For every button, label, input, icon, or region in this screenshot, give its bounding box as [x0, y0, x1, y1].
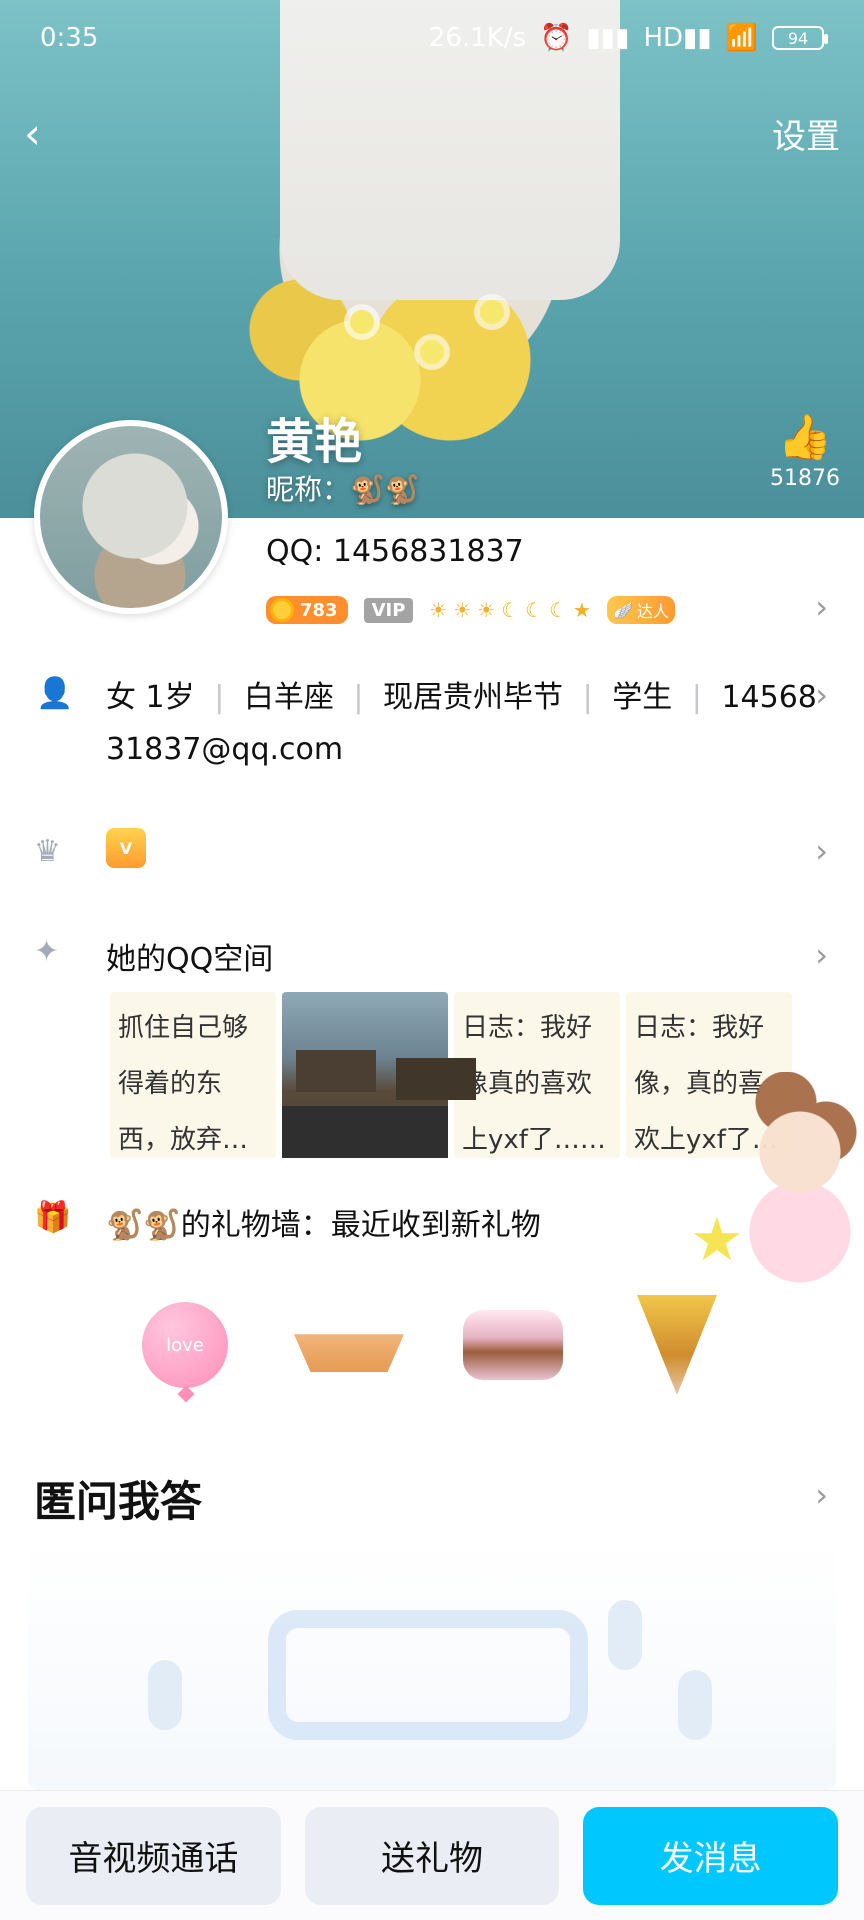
vip-medal-icon: V [106, 828, 146, 868]
email-part1: 14568 [721, 680, 817, 715]
profile-name: 黄艳 [266, 414, 363, 470]
sun-icon: ☀ [453, 598, 472, 622]
decor-girl-sticker [736, 1072, 864, 1332]
age: 1岁 [145, 680, 195, 715]
like-button[interactable]: 👍 51876 [770, 412, 840, 492]
separator: | [582, 680, 593, 715]
battery-icon: 94 [772, 26, 828, 50]
chevron-right-icon[interactable]: › [815, 936, 828, 974]
cactus-illustration [148, 1660, 182, 1730]
sunglasses-illustration [268, 1610, 588, 1740]
moon-icon: ☾ [501, 598, 520, 622]
separator: | [353, 680, 364, 715]
top-bar: ‹ 设置 [0, 98, 864, 168]
chevron-right-icon[interactable]: › [815, 1476, 828, 1514]
personal-info[interactable]: 👤 女 1岁 | 白羊座 | 现居贵州毕节 | 学生 | 14568 31837… [34, 672, 854, 767]
gender: 女 [106, 680, 136, 715]
cactus-illustration [678, 1670, 712, 1740]
signal-icon: ▮▮▮ [586, 23, 630, 53]
hd-signal-icon: HD▮▮ [643, 23, 712, 53]
profile-nickname: 昵称：🐒🐒 [266, 473, 420, 506]
qq-space-cards: 抓住自己够得着的东西，放弃… 日志：我好像真的喜欢上yxf了…… 日志：我好像，… [110, 992, 794, 1158]
status-bar: 0:35 26.1K/s ⏰ ▮▮▮ HD▮▮ 📶 94 [0, 0, 864, 76]
occupation: 学生 [612, 680, 673, 715]
separator: | [214, 680, 225, 715]
gift-box-icon: 🎁 [34, 1200, 72, 1235]
balloon-gift[interactable]: love [130, 1290, 240, 1400]
anonymous-qa-title[interactable]: 匿问我答 [34, 1468, 202, 1529]
sun-icon: ☀ [477, 598, 496, 622]
person-icon: 👤 [36, 676, 74, 711]
level-icons: ☀ ☀ ☀ ☾ ☾ ☾ ★ [429, 598, 591, 622]
network-speed: 26.1K/s [428, 23, 527, 53]
wifi-icon: 📶 [725, 23, 758, 53]
flower-decor [480, 300, 504, 324]
flower-decor [350, 310, 374, 334]
paper-boat-icon [294, 1334, 404, 1372]
crown-icon: ♛ [34, 834, 61, 869]
badges-row[interactable]: 783 VIP ☀ ☀ ☀ ☾ ☾ ☾ ★ 🪽 达人 [266, 592, 836, 628]
space-card-text: 抓住自己够得着的东西，放弃… [118, 1013, 249, 1155]
sun-icon: ☀ [429, 598, 448, 622]
send-gift-button[interactable]: 送礼物 [304, 1806, 560, 1905]
space-card-image[interactable] [282, 992, 448, 1158]
balloon-text: love [166, 1334, 204, 1356]
wings-icon: 🪽 [612, 600, 633, 620]
cactus-illustration [608, 1600, 642, 1670]
coin-level-badge: 783 [266, 596, 348, 624]
qq-number: QQ: 1456831837 [266, 534, 524, 569]
qq-space-row[interactable]: ✦ 她的QQ空间 [34, 928, 854, 988]
separator: | [691, 680, 702, 715]
email-part2: 31837@qq.com [106, 732, 344, 767]
vip-badge: VIP [363, 597, 414, 623]
space-card[interactable]: 抓住自己够得着的东西，放弃… [110, 992, 276, 1158]
sunflower-bouquet-icon [637, 1295, 717, 1395]
qq-space-title: 她的QQ空间 [106, 942, 274, 977]
status-right: 26.1K/s ⏰ ▮▮▮ HD▮▮ 📶 94 [428, 23, 828, 53]
moon-icon: ☾ [549, 598, 568, 622]
gift-wall-items: love [130, 1270, 770, 1400]
space-card-text: 日志：我好像真的喜欢上yxf了…… [462, 1013, 606, 1155]
zodiac: 白羊座 [243, 680, 334, 715]
vip-medal-row[interactable]: ♛ V [34, 822, 854, 882]
space-card[interactable]: 日志：我好像真的喜欢上yxf了…… [454, 992, 620, 1158]
qa-illustration [28, 1540, 836, 1790]
coin-level: 783 [300, 599, 338, 621]
thumbs-up-icon: 👍 [777, 412, 833, 463]
star-decor-icon: ★ [690, 1205, 744, 1275]
cake-gift[interactable] [458, 1290, 568, 1400]
chevron-right-icon[interactable]: › [815, 832, 828, 870]
chevron-right-icon[interactable]: › [815, 676, 828, 714]
coin-icon [270, 598, 294, 622]
moon-icon: ☾ [525, 598, 544, 622]
chevron-right-icon[interactable]: › [815, 588, 828, 626]
location: 现居贵州毕节 [383, 680, 564, 715]
expert-badge: 🪽 达人 [606, 596, 675, 624]
audio-video-call-button[interactable]: 音视频通话 [26, 1806, 281, 1905]
avatar[interactable] [34, 420, 228, 614]
alarm-icon: ⏰ [540, 23, 573, 53]
gift-wall-title: 🐒🐒的礼物墙：最近收到新礼物 [106, 1208, 541, 1243]
likes-count: 51876 [770, 466, 840, 491]
cake-icon [463, 1310, 563, 1380]
expert-label: 达人 [636, 602, 669, 621]
battery-level: 94 [787, 28, 809, 48]
bottom-action-bar: 音视频通话 送礼物 发消息 [0, 1790, 864, 1920]
chevron-left-icon[interactable]: ‹ [24, 109, 41, 158]
send-message-button[interactable]: 发消息 [583, 1806, 839, 1905]
star-icon: ★ [573, 598, 591, 622]
settings-button[interactable]: 设置 [772, 109, 840, 158]
flower-decor [420, 340, 444, 364]
sunflower-bouquet-gift[interactable] [622, 1290, 732, 1400]
paper-boat-gift[interactable] [294, 1290, 404, 1400]
status-time: 0:35 [40, 23, 99, 53]
personal-info-text: 女 1岁 | 白羊座 | 现居贵州毕节 | 学生 | 14568 31837@q… [106, 672, 826, 776]
qzone-star-icon: ✦ [34, 934, 60, 969]
